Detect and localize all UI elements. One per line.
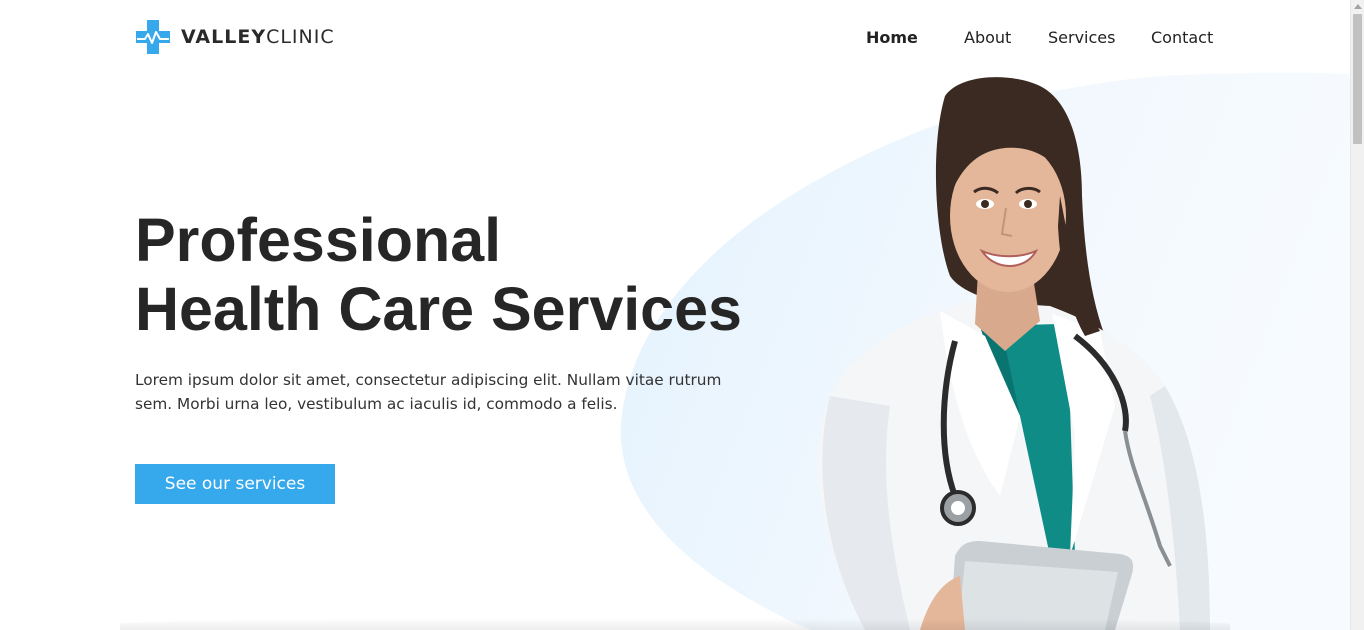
scroll-thumb[interactable] xyxy=(1353,14,1362,144)
site-header: VALLEYCLINIC Home About Services Contact xyxy=(0,0,1350,76)
hero-headline: Professional Health Care Services xyxy=(135,206,775,344)
nav-about[interactable]: About xyxy=(964,26,1011,50)
hero-lead-text: Lorem ipsum dolor sit amet, consectetur … xyxy=(135,371,722,413)
scroll-up-arrow-icon[interactable] xyxy=(1354,4,1362,9)
nav-contact[interactable]: Contact xyxy=(1151,26,1213,50)
see-services-button[interactable]: See our services xyxy=(135,464,335,504)
doctor-photo xyxy=(817,77,1210,630)
nav-home[interactable]: Home xyxy=(866,26,918,50)
main-nav: Home About Services Contact xyxy=(0,26,1350,50)
nav-services[interactable]: Services xyxy=(1048,26,1115,50)
hero-headline-line1: Professional xyxy=(135,206,502,274)
hero-headline-line2: Health Care Services xyxy=(135,275,742,343)
page: VALLEYCLINIC Home About Services Contact… xyxy=(0,0,1350,630)
section-shadow xyxy=(120,618,1230,630)
vertical-scrollbar[interactable] xyxy=(1350,0,1364,630)
